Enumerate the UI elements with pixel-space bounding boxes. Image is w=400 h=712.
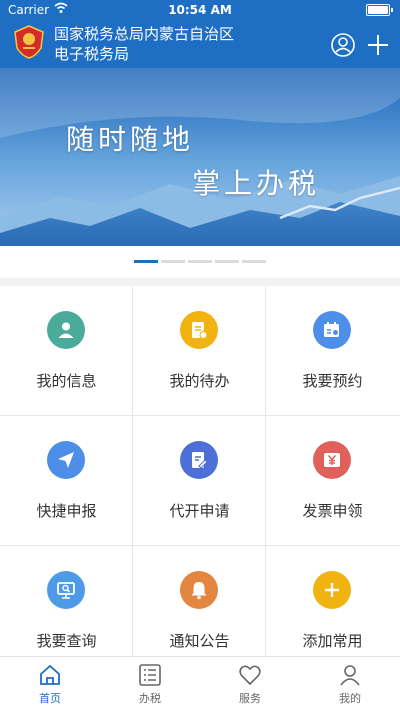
grid-icon-circle — [313, 441, 351, 479]
grid-icon-circle — [47, 441, 85, 479]
carousel-dot[interactable] — [215, 260, 239, 263]
document-icon — [192, 322, 208, 339]
edit-document-icon — [192, 452, 208, 469]
grid-icon-circle — [180, 311, 218, 349]
tab-tax-handling[interactable]: 办税 — [100, 657, 200, 712]
grid-icon-circle — [180, 571, 218, 609]
carousel-dot[interactable] — [188, 260, 212, 263]
grid-item-label: 快捷申报 — [36, 502, 97, 520]
grid-icon-circle — [47, 571, 85, 609]
banner-carousel[interactable]: 随时随地 掌上办税 — [0, 68, 400, 246]
grid-item-invoice-claim[interactable]: 发票申领 — [266, 416, 400, 546]
bell-icon — [191, 582, 207, 600]
app-title-line1: 国家税务总局内蒙古自治区 — [54, 25, 235, 43]
tab-label: 办税 — [139, 692, 161, 705]
add-icon[interactable] — [367, 34, 389, 56]
carousel-dot[interactable] — [134, 260, 158, 263]
grid-item-label: 我的信息 — [36, 372, 97, 390]
function-grid: 我的信息 我的待办 我要预约 快捷申报 代开申请 发票申领 我要查询 通知公告 … — [0, 286, 400, 656]
tab-label: 首页 — [39, 692, 61, 705]
grid-icon-circle — [313, 571, 351, 609]
tab-label: 服务 — [239, 692, 261, 705]
grid-item-issue-invoice[interactable]: 代开申请 — [133, 416, 266, 546]
yuan-icon — [324, 453, 340, 467]
grid-item-add-favorite[interactable]: 添加常用 — [266, 546, 400, 656]
battery-icon — [366, 4, 393, 16]
grid-item-label: 添加常用 — [302, 632, 363, 650]
grid-item-label: 发票申领 — [302, 502, 363, 520]
user-profile-icon[interactable] — [331, 33, 355, 57]
plus-icon — [325, 583, 339, 597]
bottom-tab-bar: 首页 办税 服务 我的 — [0, 656, 400, 712]
list-icon — [139, 664, 161, 686]
carousel-dot[interactable] — [161, 260, 185, 263]
heart-icon — [239, 665, 261, 686]
grid-item-label: 代开申请 — [169, 502, 230, 520]
grid-item-appointment[interactable]: 我要预约 — [266, 286, 400, 416]
grid-item-label: 我要查询 — [36, 632, 97, 650]
grid-item-label: 我的待办 — [169, 372, 230, 390]
status-time: 10:54 AM — [168, 3, 232, 17]
grid-item-quick-declare[interactable]: 快捷申报 — [0, 416, 133, 546]
grid-item-my-todo[interactable]: 我的待办 — [133, 286, 266, 416]
grid-item-my-info[interactable]: 我的信息 — [0, 286, 133, 416]
carousel-page-indicator — [0, 246, 400, 278]
calendar-icon — [324, 322, 339, 337]
grid-item-query[interactable]: 我要查询 — [0, 546, 133, 656]
banner-image — [0, 68, 400, 246]
grid-item-label: 我要预约 — [302, 372, 363, 390]
grid-icon-circle — [180, 441, 218, 479]
grid-icon-circle — [313, 311, 351, 349]
top-bar: Carrier 10:54 AM 国家税务总局内蒙古自治区 电子税务局 — [0, 0, 400, 68]
banner-slogan-line2: 掌上办税 — [192, 167, 321, 200]
paper-plane-icon — [58, 452, 74, 468]
home-icon — [40, 664, 60, 685]
tab-service[interactable]: 服务 — [200, 657, 300, 712]
grid-item-label: 通知公告 — [169, 632, 230, 650]
status-bar: Carrier 10:54 AM — [0, 0, 400, 20]
monitor-icon — [57, 582, 75, 599]
grid-item-notice[interactable]: 通知公告 — [133, 546, 266, 656]
grid-icon-circle — [47, 311, 85, 349]
user-icon — [58, 322, 74, 338]
tab-label: 我的 — [339, 692, 361, 705]
carousel-dot[interactable] — [242, 260, 266, 263]
tab-mine[interactable]: 我的 — [300, 657, 400, 712]
app-title: 国家税务总局内蒙古自治区 电子税务局 — [54, 24, 234, 64]
banner-slogan-line1: 随时随地 — [66, 123, 195, 156]
app-title-line2: 电子税务局 — [54, 45, 130, 63]
tax-bureau-emblem-icon — [14, 25, 44, 59]
tab-home[interactable]: 首页 — [0, 657, 100, 712]
person-icon — [340, 665, 360, 686]
